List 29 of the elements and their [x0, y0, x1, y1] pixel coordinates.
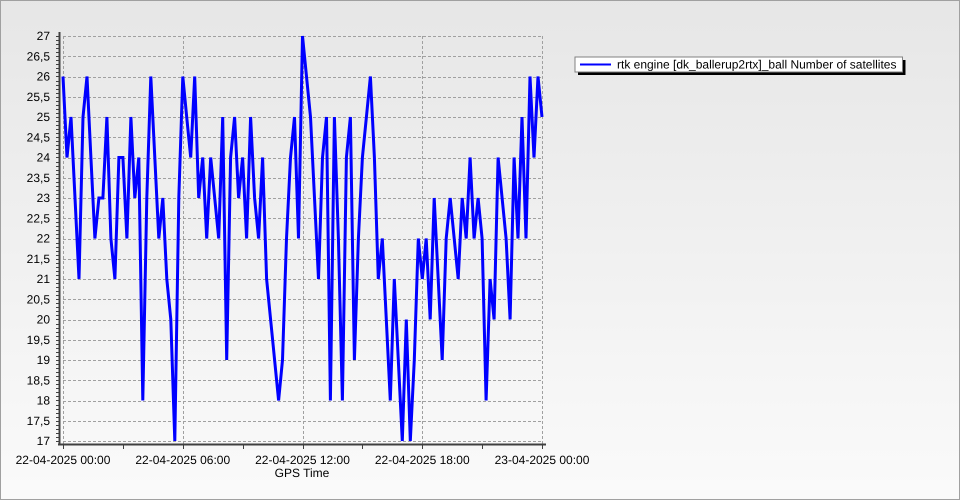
x-axis-title: GPS Time: [274, 466, 330, 480]
x-tick-label: 22-04-2025 12:00: [255, 453, 350, 467]
x-tick-label: 22-04-2025 00:00: [16, 453, 110, 467]
y-tick-label: 17,5: [26, 414, 50, 428]
x-tick-label: 22-04-2025 18:00: [374, 453, 470, 467]
y-tick-label: 25: [36, 110, 50, 124]
y-tick-label: 26,5: [26, 49, 50, 64]
y-tick-label: 24,5: [26, 130, 50, 144]
x-tick-label: 23-04-2025 00:00: [494, 453, 590, 467]
y-tick-label: 22,5: [26, 211, 50, 226]
y-tick-label: 22: [36, 232, 50, 246]
legend-line-icon: [580, 64, 611, 66]
y-tick-label: 21: [36, 272, 50, 286]
legend-label: rtk engine [dk_ballerup2rtx]_ball Number of satellites: [617, 58, 896, 72]
y-tick-label: 19,5: [26, 332, 50, 347]
y-tick-label: 23,5: [26, 170, 50, 185]
x-tick-label: 22-04-2025 06:00: [135, 453, 230, 467]
y-tick-label: 20,5: [26, 292, 50, 306]
y-tick-label: 17: [36, 434, 50, 448]
y-tick-label: 19: [36, 353, 50, 367]
y-tick-label: 26: [36, 70, 50, 84]
y-tick-label: 20: [36, 312, 50, 326]
y-tick-label: 25,5: [26, 90, 50, 104]
y-tick-label: 23: [36, 191, 50, 205]
y-tick-label: 18,5: [26, 373, 50, 388]
y-tick-label: 18: [36, 394, 50, 408]
y-tick-label: 27: [36, 29, 50, 43]
y-tick-label: 21,5: [26, 252, 50, 266]
y-tick-label: 24: [36, 150, 50, 164]
